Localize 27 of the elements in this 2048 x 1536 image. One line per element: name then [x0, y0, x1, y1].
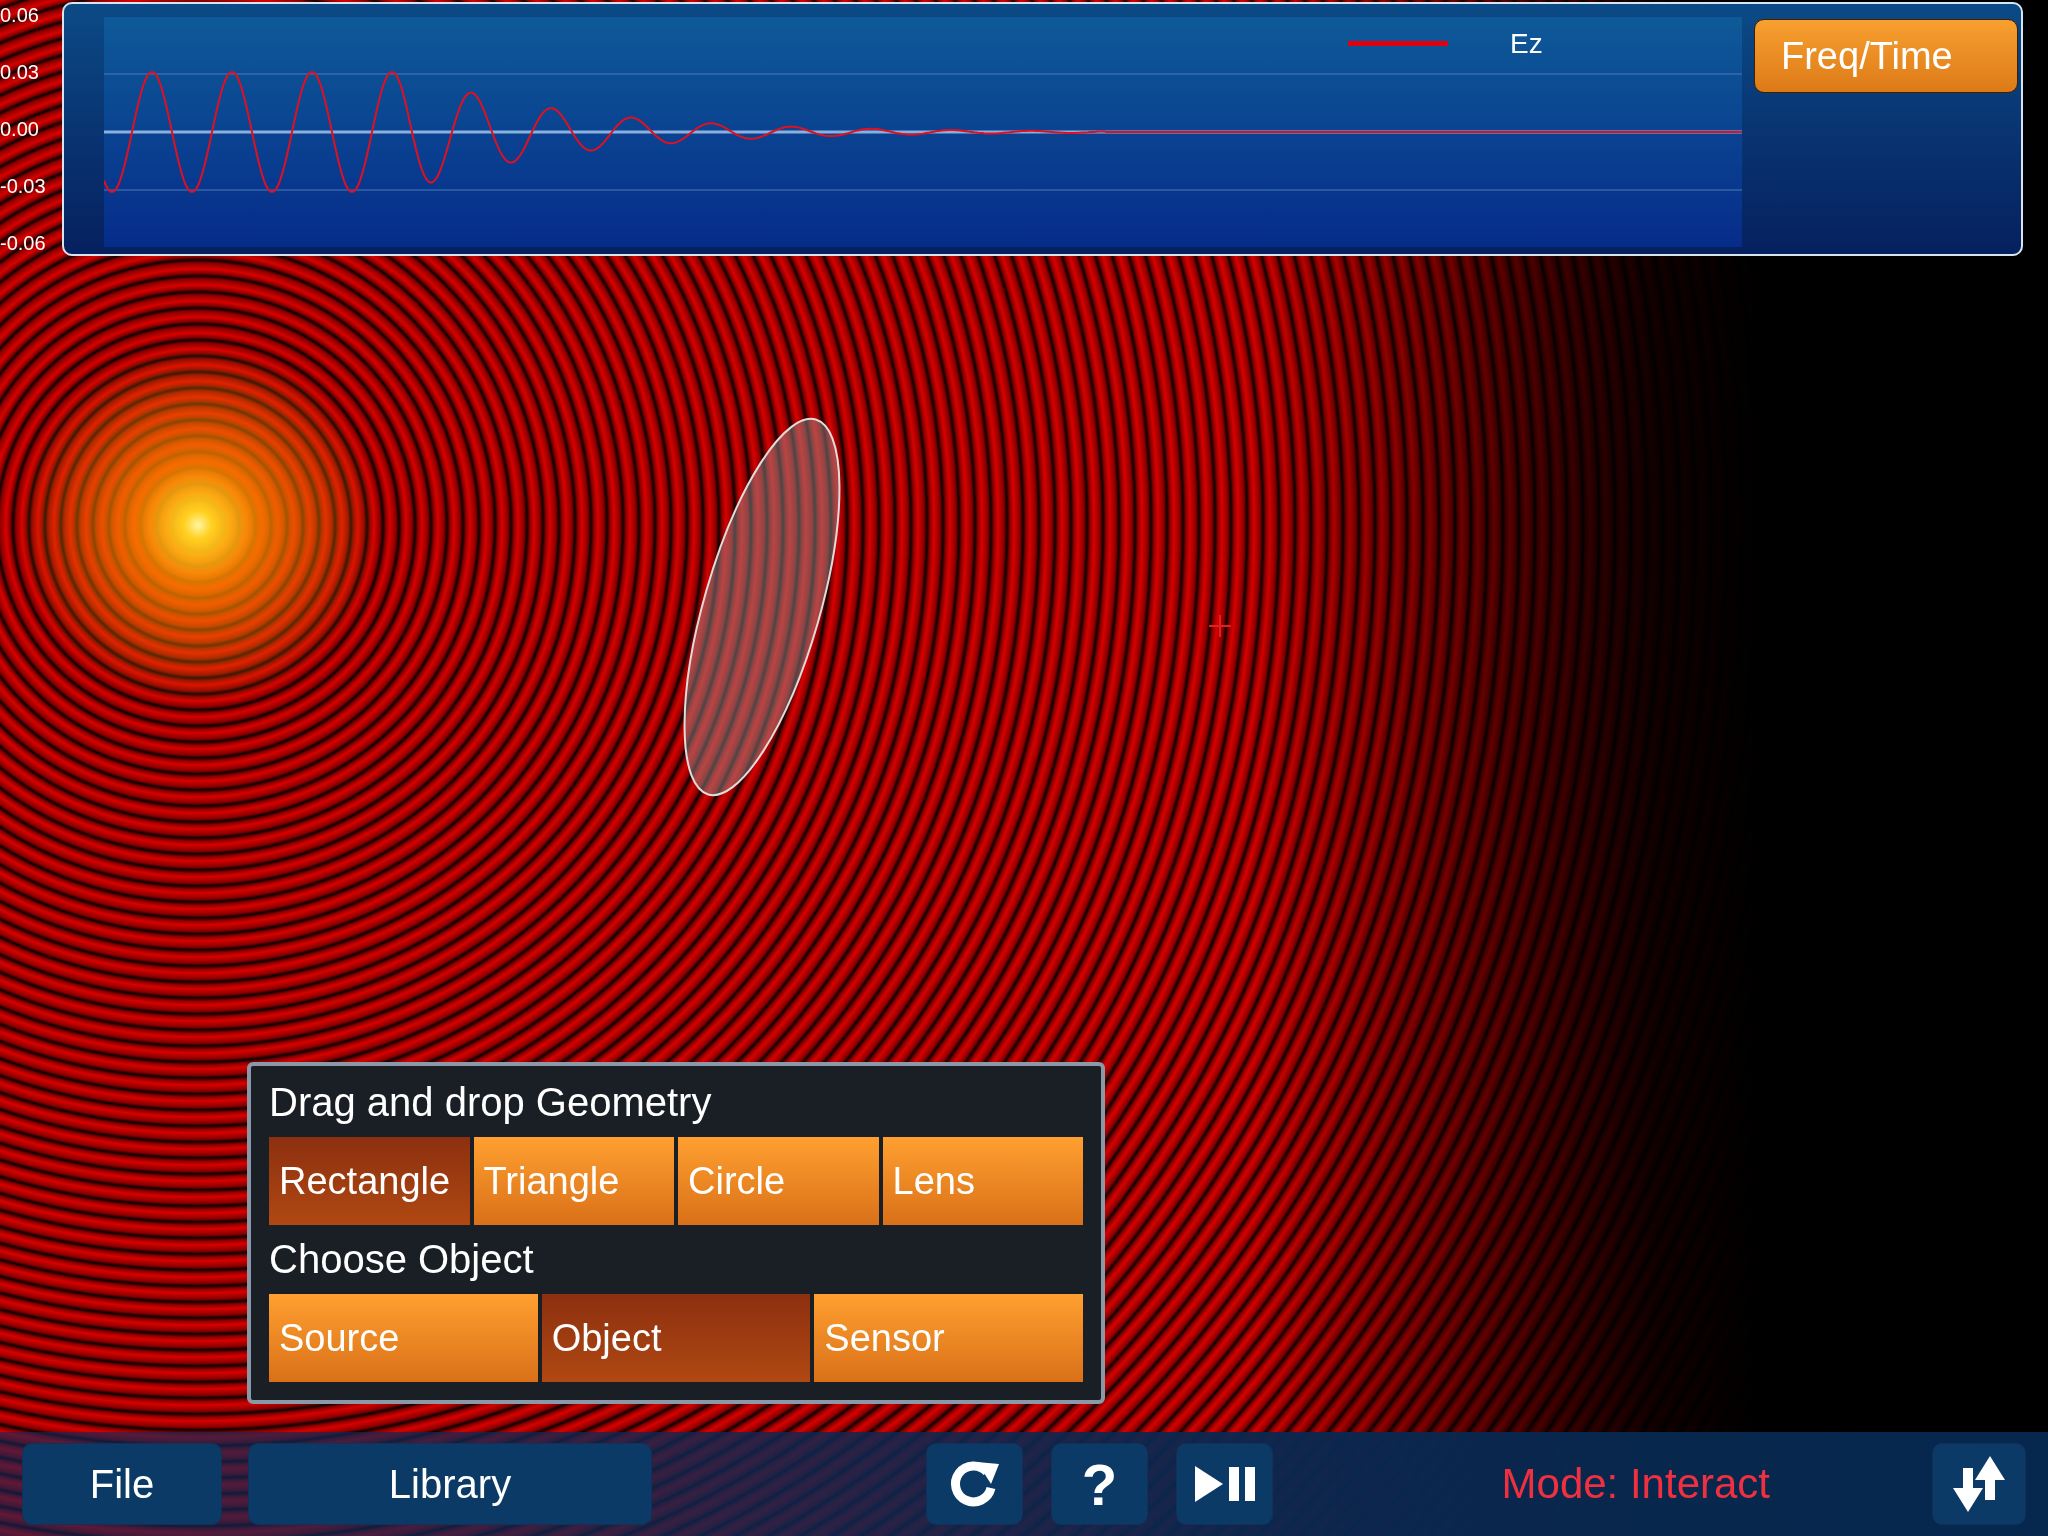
object-button[interactable]: Sensor	[814, 1294, 1083, 1382]
crosshair-icon	[1208, 614, 1232, 638]
mode-label: Mode: Interact	[1501, 1460, 1770, 1508]
refresh-button[interactable]	[926, 1443, 1023, 1525]
legend-label: Ez	[1510, 28, 1543, 60]
panel-heading: Drag and drop Geometry	[269, 1079, 713, 1126]
panel-heading: Choose Object	[269, 1236, 535, 1283]
object-button[interactable]: Object	[541, 1294, 811, 1382]
axis-tick-label: -0.03	[0, 174, 46, 198]
shape-button[interactable]: Lens	[882, 1137, 1083, 1225]
play-pause-button[interactable]	[1176, 1443, 1273, 1525]
object-button[interactable]: Source	[269, 1294, 538, 1382]
swap-button[interactable]	[1932, 1443, 2026, 1525]
axis-tick-label: -0.06	[0, 231, 46, 255]
axis-tick-label: 0.06	[0, 3, 39, 27]
shape-button[interactable]: Triangle	[473, 1137, 674, 1225]
axis-tick-label: 0.03	[0, 60, 39, 84]
freq-time-button[interactable]: Freq/Time	[1754, 19, 2018, 93]
help-button[interactable]: ?	[1051, 1443, 1148, 1525]
shape-button[interactable]: Circle	[678, 1137, 879, 1225]
play-pause-icon	[1192, 1464, 1257, 1504]
ellipse-object[interactable]	[683, 418, 841, 796]
axis-tick-label: 0.00	[0, 117, 39, 141]
up-down-arrows-icon	[1951, 1454, 2007, 1514]
shape-button[interactable]: Rectangle	[269, 1137, 470, 1225]
file-button[interactable]: File	[22, 1443, 222, 1525]
library-button[interactable]: Library	[248, 1443, 652, 1525]
